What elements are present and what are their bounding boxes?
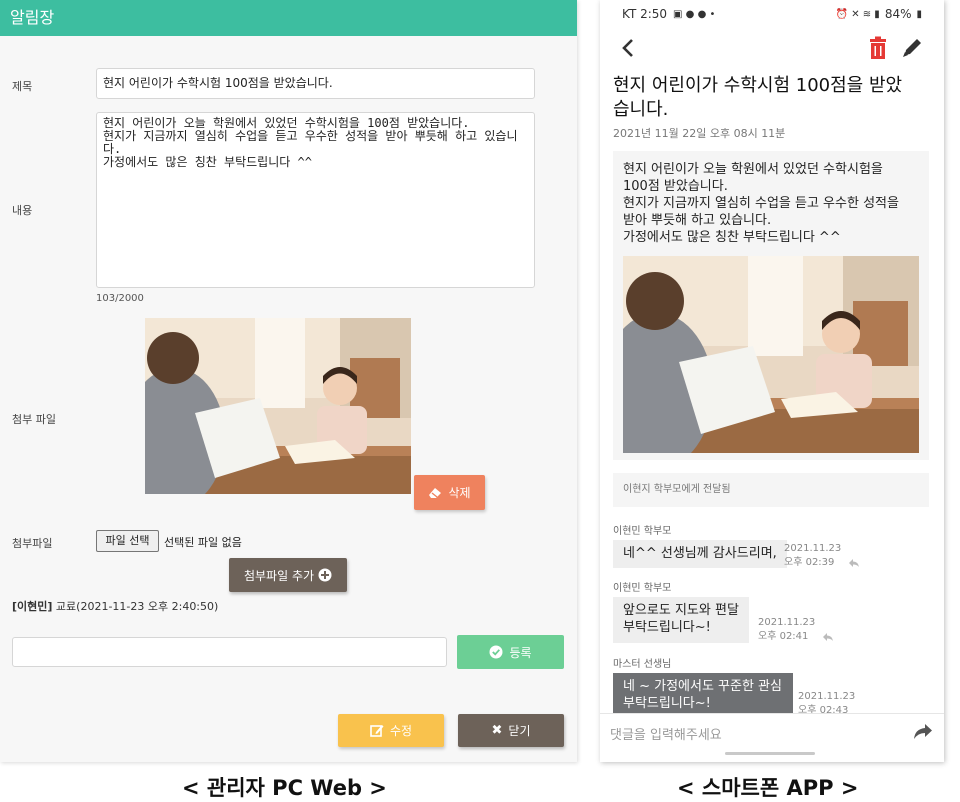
status-carrier-time: KT 2:50	[622, 7, 668, 21]
status-right: ⏰ ✕ ≋ ▮ 84% ▮	[836, 7, 922, 21]
edit-log: [이현민] 교료(2021-11-23 오후 2:40:50)	[12, 598, 218, 614]
edit-icon	[370, 725, 384, 737]
comment-author: 이현민 학부모	[613, 526, 672, 537]
status-bar: KT 2:50 ▣ ● ● • ⏰ ✕ ≋ ▮ 84% ▮	[600, 0, 944, 28]
comment-time: 오후 02:39	[784, 557, 835, 568]
battery-percent: 84%	[884, 7, 912, 21]
caption-pc-web: < 관리자 PC Web >	[182, 776, 387, 800]
delete-button-label: 삭제	[448, 486, 471, 500]
comment-date: 2021.11.23	[798, 691, 856, 702]
delivered-status: 이현지 학부모에게 전달됨	[613, 473, 929, 507]
edit-button-label: 수정	[389, 724, 413, 738]
comment-date: 2021.11.23	[758, 617, 816, 628]
file-status-text: 선택된 파일 없음	[164, 536, 242, 549]
comment-author: 마스터 선생님	[613, 659, 672, 670]
notice-body-text: 현지 어린이가 오늘 학원에서 있었던 수학시험을 100점 받았습니다. 현지…	[623, 162, 899, 245]
check-circle-icon	[489, 645, 503, 659]
send-icon[interactable]	[913, 723, 933, 741]
comment-author: 이현민 학부모	[613, 583, 672, 594]
home-indicator	[725, 752, 815, 755]
comment-time: 오후 02:41	[758, 631, 809, 642]
close-button-label: 닫기	[508, 724, 531, 738]
comment-input-field[interactable]: 댓글을 입력해주세요	[610, 724, 722, 743]
close-icon: ✖	[491, 723, 503, 738]
notice-date: 2021년 11월 22일 오후 08시 11분	[613, 127, 786, 140]
back-arrow-icon[interactable]	[618, 34, 640, 62]
add-attachment-button[interactable]: 첨부파일 추가	[229, 558, 347, 592]
plus-circle-icon	[318, 568, 332, 582]
close-button[interactable]: ✖ 닫기	[458, 714, 564, 747]
battery-icon: ▮	[916, 8, 922, 20]
comment-input-bar: 댓글을 입력해주세요	[600, 713, 944, 748]
edit-button[interactable]: 수정	[338, 714, 444, 747]
pencil-icon[interactable]	[902, 36, 924, 58]
notice-title: 현지 어린이가 수학시험 100점을 받았습니다.	[613, 75, 903, 120]
add-attachment-label: 첨부파일 추가	[243, 568, 315, 583]
pc-web-panel: 알림장 제목 현지 어린이가 수학시험 100점을 받았습니다. 내용 현지 어…	[0, 0, 577, 762]
comment-bubble: 네^^ 선생님께 감사드리며,	[613, 540, 787, 568]
status-system-icons: ⏰ ✕ ≋ ▮	[835, 8, 880, 20]
register-button[interactable]: 등록	[457, 635, 564, 669]
log-author: [이현민]	[12, 600, 53, 613]
content-label: 내용	[12, 204, 33, 217]
comment-date: 2021.11.23	[784, 543, 842, 554]
title-input[interactable]: 현지 어린이가 수학시험 100점을 받았습니다.	[96, 68, 535, 99]
comment-input[interactable]	[12, 637, 447, 667]
phone-nav-bar	[600, 30, 944, 66]
page-header-title: 알림장	[0, 0, 577, 36]
eraser-icon	[429, 487, 442, 498]
content-textarea[interactable]: 현지 어린이가 오늘 학원에서 있었던 수학시험을 100점 받았습니다. 현지…	[96, 112, 535, 288]
phone-app-panel: KT 2:50 ▣ ● ● • ⏰ ✕ ≋ ▮ 84% ▮ 현지 어린이가 수학…	[600, 0, 944, 762]
notice-photo[interactable]	[623, 256, 919, 453]
reply-icon[interactable]	[848, 558, 860, 568]
trash-icon[interactable]	[868, 36, 888, 60]
notice-photo-image	[623, 256, 919, 453]
attached-photo-image	[145, 318, 411, 494]
status-notification-icons: ▣ ● ● •	[673, 8, 716, 20]
title-label: 제목	[12, 80, 33, 93]
attachment-label: 첨부 파일	[12, 413, 56, 426]
comment-bubble: 앞으로도 지도와 편달 부탁드립니다~!	[613, 597, 749, 643]
register-button-label: 등록	[509, 645, 532, 660]
char-counter: 103/2000	[96, 293, 144, 304]
attached-photo	[145, 318, 411, 494]
delete-button[interactable]: 삭제	[414, 475, 485, 510]
attachment-file-label: 첨부파일	[12, 537, 53, 550]
reply-icon[interactable]	[822, 632, 834, 642]
caption-smartphone-app: < 스마트폰 APP >	[677, 776, 859, 800]
file-select-button[interactable]: 파일 선택	[96, 530, 159, 552]
log-text: 교료(2021-11-23 오후 2:40:50)	[52, 600, 219, 613]
